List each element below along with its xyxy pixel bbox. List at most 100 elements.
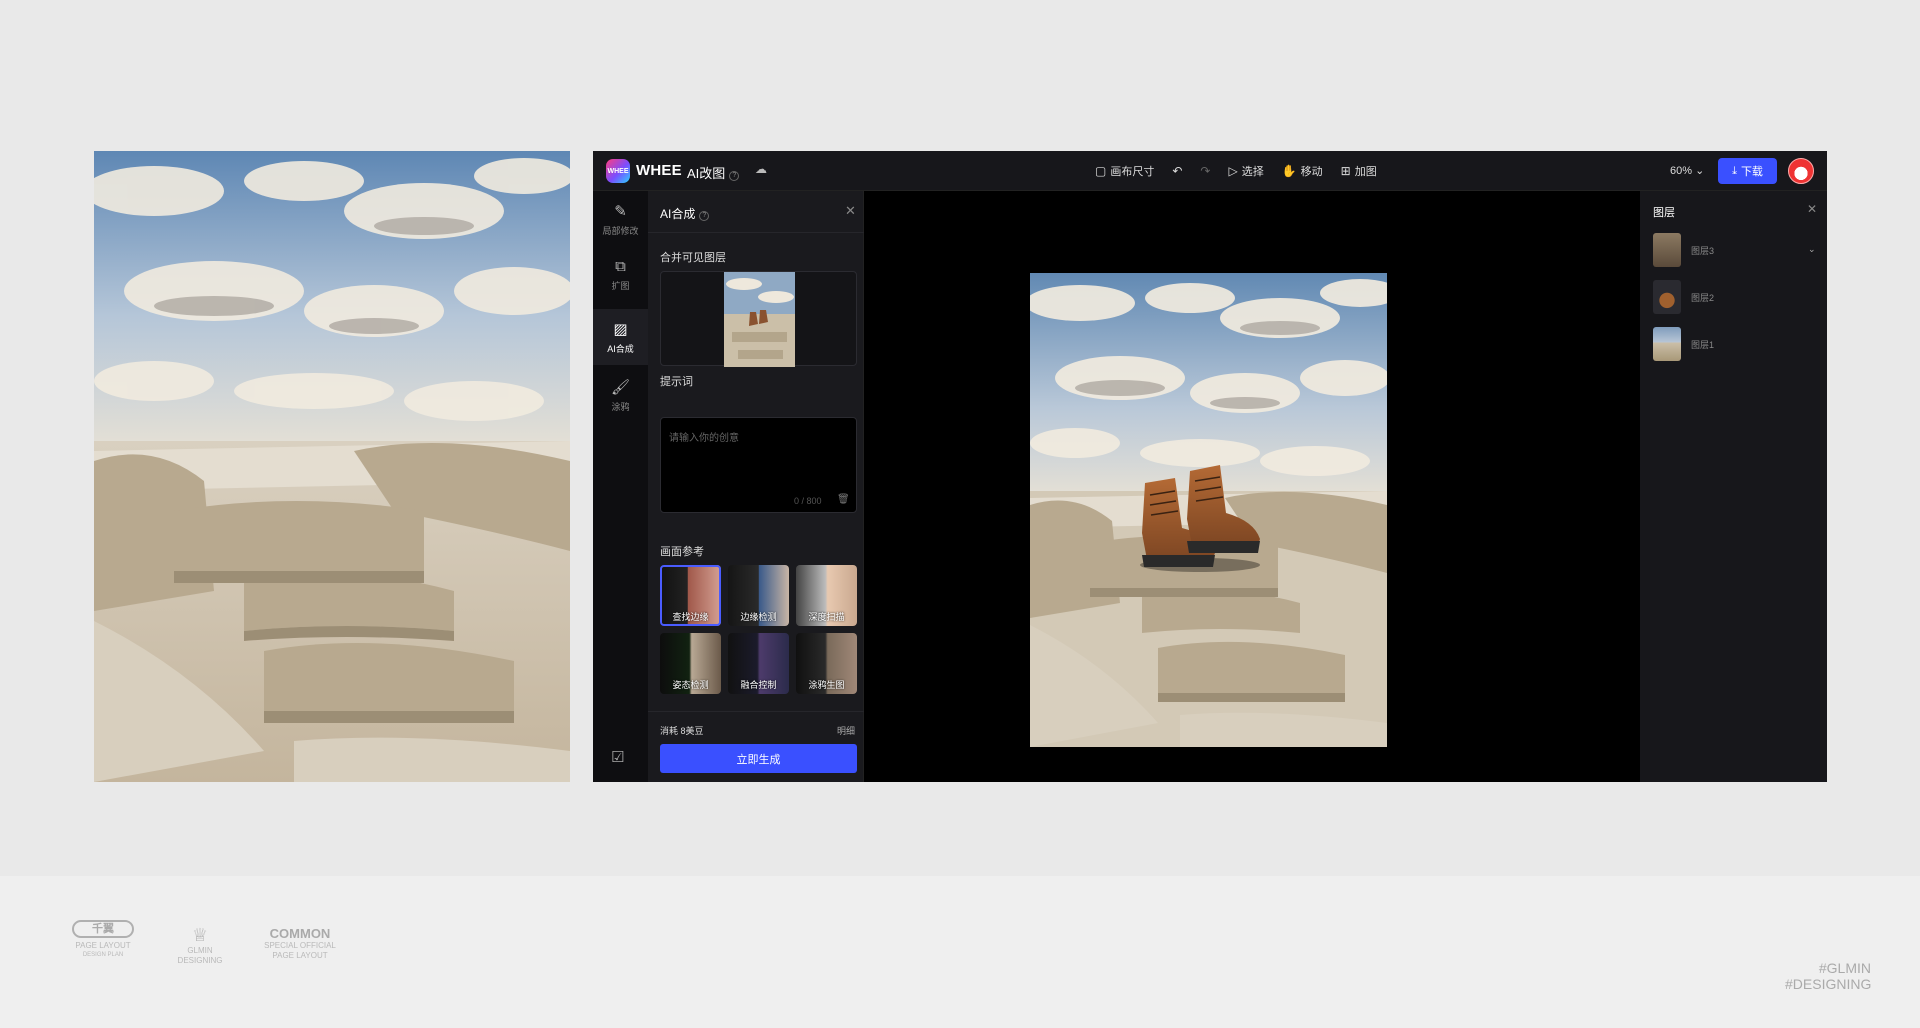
hashtag-glmin: #GLMIN	[1818, 960, 1871, 976]
rail-label: 扩图	[611, 281, 630, 291]
ref-doodle-generate[interactable]: 涂鸦生图	[796, 633, 857, 694]
close-icon[interactable]: ✕	[1807, 202, 1817, 216]
layers-title: 图层	[1653, 207, 1675, 219]
rail-label: AI合成	[607, 343, 634, 354]
layers-panel: 图层 ✕ 图层3 ⌄ 图层2 图层1	[1640, 191, 1827, 782]
app-logo[interactable]: WHEE	[606, 159, 630, 183]
add-image-label: 加图	[1354, 166, 1377, 178]
merged-preview[interactable]	[660, 271, 857, 367]
detail-link[interactable]: 明细	[837, 724, 855, 737]
ai-compose-icon: ▨	[613, 320, 628, 338]
prompt-input[interactable]: 请输入你的创意 0 / 800 🗑	[660, 417, 857, 513]
undo-button[interactable]: ↶	[1172, 164, 1182, 178]
cloud-icon[interactable]: ☁	[755, 162, 767, 176]
rail-label: 涂鸦	[611, 401, 630, 412]
layer-item-1[interactable]: 图层1	[1653, 327, 1818, 361]
chevron-down-icon: ⌄	[1695, 165, 1705, 177]
brush-icon: 🖌	[610, 378, 631, 396]
ref-label: 边缘检测	[740, 612, 777, 622]
ref-label: 深度扫描	[808, 612, 845, 622]
zoom-value: 60%	[1670, 165, 1693, 177]
top-bar: WHEE WHEE AI改图? ☁ ▢ 画布尺寸 ↶ ↷ ▷ 选择 ✋ 移动 ⊞ 加图 …	[593, 151, 1827, 191]
canvas-size-label: 画布尺寸	[1110, 166, 1155, 178]
rail-label: 局部修改	[602, 225, 639, 236]
layer-name: 图层3	[1691, 245, 1715, 256]
close-icon[interactable]: ✕	[845, 203, 856, 219]
prompt-label: 提示词	[660, 376, 693, 388]
hand-icon: ✋	[1281, 164, 1297, 178]
logo3-tiny: PAGE LAYOUT	[272, 951, 328, 960]
merged-thumbnail	[724, 272, 795, 367]
layer-item-3[interactable]: 图层3 ⌄	[1653, 233, 1818, 267]
reference-label: 画面参考	[660, 546, 704, 558]
panel-title: AI合成?	[660, 205, 710, 222]
logo2-main: GLMIN	[187, 946, 213, 955]
footer-logo-page-layout: 千翼 PAGE LAYOUT DESIGN PLAN	[72, 920, 134, 959]
add-image-icon: ⊞	[1340, 164, 1351, 178]
expand-icon: ⧉	[615, 258, 626, 275]
hashtag-block: #GLMIN #DESIGNING	[1785, 960, 1871, 992]
panel-header: AI合成? ✕	[648, 191, 864, 233]
zoom-select[interactable]: 60% ⌄	[1670, 164, 1704, 177]
rail-item-ai-compose[interactable]: ▨ AI合成	[593, 309, 648, 365]
generate-button[interactable]: 立即生成	[660, 744, 857, 773]
move-label: 移动	[1300, 166, 1323, 178]
ref-depth-scan[interactable]: 深度扫描	[796, 565, 857, 626]
move-tool-button[interactable]: ✋ 移动	[1282, 163, 1323, 179]
ref-label: 涂鸦生图	[808, 680, 845, 690]
select-tool-button[interactable]: ▷ 选择	[1228, 163, 1263, 179]
prompt-counter: 0 / 800	[794, 496, 822, 506]
footer-logo-common: COMMON SPECIAL OFFICIAL PAGE LAYOUT	[262, 926, 338, 961]
logo3-sub: SPECIAL OFFICIAL	[264, 941, 336, 950]
rail-item-local-edit[interactable]: ✎ 局部修改	[593, 191, 648, 247]
glmin-emblem-icon: ♕	[191, 925, 209, 945]
canvas-area[interactable]	[864, 191, 1634, 782]
add-image-button[interactable]: ⊞ 加图	[1341, 163, 1377, 179]
ref-find-edge[interactable]: 查找边缘	[660, 565, 721, 626]
ref-label: 姿态检测	[672, 680, 709, 690]
edit-icon: ✎	[614, 202, 627, 220]
redo-icon: ↷	[1200, 164, 1211, 178]
brand-name: WHEE	[636, 162, 682, 179]
avatar[interactable]	[1788, 158, 1814, 184]
layer-name: 图层1	[1691, 339, 1715, 350]
ref-edge-detect[interactable]: 边缘检测	[728, 565, 789, 626]
ref-fusion-control[interactable]: 融合控制	[728, 633, 789, 694]
hashtag-designing: #DESIGNING	[1785, 976, 1872, 992]
footer-logo-glmin: ♕ GLMIN DESIGNING	[172, 924, 228, 966]
cost-text: 消耗 8美豆	[660, 726, 704, 736]
app-window: WHEE WHEE AI改图? ☁ ▢ 画布尺寸 ↶ ↷ ▷ 选择 ✋ 移动 ⊞ 加图 …	[593, 151, 1827, 782]
logo1-tiny: DESIGN PLAN	[82, 952, 124, 958]
tool-title: AI改图?	[687, 163, 740, 182]
layer-item-2[interactable]: 图层2	[1653, 280, 1818, 314]
download-button[interactable]: ⤓ 下载	[1718, 158, 1777, 184]
layer-thumbnail	[1653, 280, 1681, 314]
select-label: 选择	[1241, 166, 1264, 178]
history-icon[interactable]: ☑	[611, 748, 624, 766]
canvas-size-button[interactable]: ▢ 画布尺寸	[1095, 163, 1154, 179]
chevron-down-icon[interactable]: ⌄	[1808, 244, 1816, 255]
layer-thumbnail	[1653, 327, 1681, 361]
panel-title-text: AI合成	[660, 207, 696, 221]
redo-button[interactable]: ↷	[1200, 164, 1210, 178]
ref-label: 查找边缘	[672, 612, 709, 622]
tool-title-text: AI改图	[687, 166, 726, 181]
ref-pose-detect[interactable]: 姿态检测	[660, 633, 721, 694]
logo1-sub: PAGE LAYOUT	[75, 941, 131, 950]
help-icon[interactable]: ?	[699, 211, 710, 221]
ai-compose-panel: AI合成? ✕ 合并可见图层 提示词 请输入你的创意 0 / 800 🗑 画面参…	[648, 191, 864, 782]
prompt-placeholder: 请输入你的创意	[669, 433, 739, 444]
ref-label: 融合控制	[740, 680, 777, 690]
undo-icon: ↶	[1172, 164, 1183, 178]
logo1-main: 千翼	[72, 920, 134, 938]
download-label: 下载	[1740, 166, 1763, 178]
tool-rail: ✎ 局部修改 ⧉ 扩图 ▨ AI合成 🖌 涂鸦 ☑	[593, 191, 648, 782]
rail-item-expand[interactable]: ⧉ 扩图	[593, 247, 648, 303]
rail-item-brush[interactable]: 🖌 涂鸦	[593, 367, 648, 423]
canvas-image[interactable]	[1030, 273, 1387, 747]
center-toolbar: ▢ 画布尺寸 ↶ ↷ ▷ 选择 ✋ 移动 ⊞ 加图	[1095, 151, 1377, 191]
help-icon[interactable]: ?	[729, 171, 740, 181]
trash-icon[interactable]: 🗑	[837, 494, 850, 505]
layer-thumbnail	[1653, 233, 1681, 267]
download-icon: ⤓	[1732, 164, 1737, 177]
